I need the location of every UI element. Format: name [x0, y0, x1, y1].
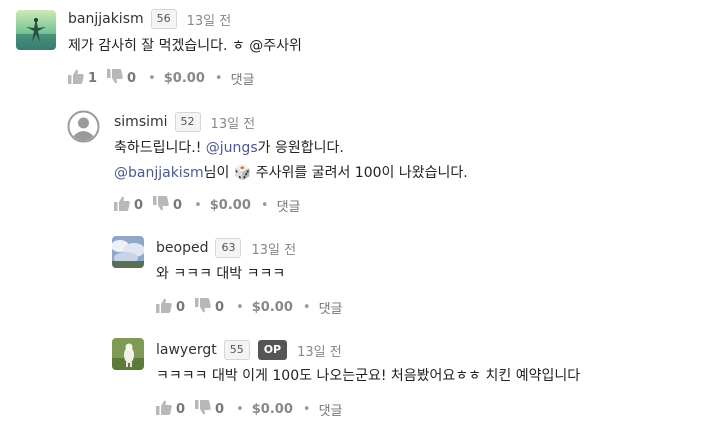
separator-dot: •: [148, 71, 156, 86]
payout-value[interactable]: $0.00: [252, 402, 293, 417]
payout-value[interactable]: $0.00: [164, 71, 205, 86]
upvote-count: 0: [134, 198, 144, 213]
thumbs-up-icon[interactable]: [68, 69, 84, 88]
comment-time[interactable]: 13일 전: [297, 341, 342, 360]
comment-line-2: @banjjakism님이 🎲 주사위를 굴려서 100이 나왔습니다.: [114, 161, 468, 186]
mention-link[interactable]: @banjjakism: [114, 165, 204, 181]
comment-author[interactable]: lawyergt: [156, 342, 217, 358]
comment-line-1: 축하드립니다.! @jungs가 응원합니다.: [114, 136, 468, 161]
reply-link[interactable]: 댓글: [319, 400, 343, 419]
downvote-count: 0: [215, 300, 225, 315]
payout-value[interactable]: $0.00: [210, 198, 251, 213]
reply-link[interactable]: 댓글: [231, 69, 255, 88]
comment-author[interactable]: banjjakism: [68, 11, 144, 27]
avatar[interactable]: [112, 236, 144, 268]
separator-dot: •: [214, 71, 223, 86]
reply-link[interactable]: 댓글: [319, 298, 343, 317]
avatar[interactable]: [16, 10, 56, 50]
thumbs-up-icon[interactable]: [156, 400, 172, 419]
payout-value[interactable]: $0.00: [252, 300, 293, 315]
separator-dot: •: [194, 198, 202, 213]
reputation-badge: 63: [215, 238, 242, 258]
comment-text: 주사위를 굴려서 100이 나왔습니다.: [251, 165, 468, 181]
comment-time[interactable]: 13일 전: [187, 10, 232, 29]
thumbs-down-icon[interactable]: [153, 196, 169, 215]
comment-text: 가 응원합니다.: [257, 140, 344, 156]
reputation-badge: 55: [223, 340, 250, 360]
thumbs-down-icon[interactable]: [107, 69, 123, 88]
comment-body: ㅋㅋㅋㅋ 대박 이게 100도 나오는군요! 처음봤어요ㅎㅎ 치킨 예약입니다: [156, 364, 580, 389]
downvote-count: 0: [215, 402, 225, 417]
thumbs-down-icon[interactable]: [195, 298, 211, 317]
comment-author[interactable]: simsimi: [114, 114, 168, 130]
mention-link[interactable]: @jungs: [206, 140, 258, 156]
comment-text: 와 ㅋㅋㅋ 대박 ㅋㅋㅋ: [156, 266, 286, 282]
reputation-badge: 52: [174, 112, 201, 132]
separator-dot: •: [302, 402, 311, 417]
separator-dot: •: [302, 300, 311, 315]
comment-text: 제가 감사히 잘 먹겠습니다. ㅎ @주사위: [68, 38, 302, 54]
separator-dot: •: [260, 198, 269, 213]
user-silhouette-icon[interactable]: [67, 110, 100, 143]
thumbs-up-icon[interactable]: [156, 298, 172, 317]
downvote-count: 0: [127, 71, 137, 86]
op-badge: OP: [257, 340, 288, 360]
comment-body: 축하드립니다.! @jungs가 응원합니다. @banjjakism님이 🎲 …: [114, 136, 468, 186]
upvote-count: 1: [88, 71, 98, 86]
comment-text: 님이: [203, 165, 234, 181]
upvote-count: 0: [176, 300, 186, 315]
comment-body: 제가 감사히 잘 먹겠습니다. ㅎ @주사위: [68, 34, 302, 59]
comment-text: ㅋㅋㅋㅋ 대박 이게 100도 나오는군요! 처음봤어요ㅎㅎ 치킨 예약입니다: [156, 368, 581, 384]
thumbs-down-icon[interactable]: [195, 400, 211, 419]
comment-time[interactable]: 13일 전: [211, 113, 256, 132]
comment-body: 와 ㅋㅋㅋ 대박 ㅋㅋㅋ: [156, 262, 285, 287]
reputation-badge: 56: [150, 9, 177, 29]
upvote-count: 0: [176, 402, 186, 417]
comment-text: 축하드립니다.!: [114, 140, 206, 156]
dice-emoji: 🎲: [233, 165, 252, 181]
comment-author[interactable]: beoped: [156, 240, 208, 256]
downvote-count: 0: [173, 198, 183, 213]
reply-link[interactable]: 댓글: [277, 196, 301, 215]
thumbs-up-icon[interactable]: [114, 196, 130, 215]
separator-dot: •: [236, 402, 244, 417]
comment-time[interactable]: 13일 전: [251, 239, 296, 258]
separator-dot: •: [236, 300, 244, 315]
avatar[interactable]: [112, 338, 144, 370]
